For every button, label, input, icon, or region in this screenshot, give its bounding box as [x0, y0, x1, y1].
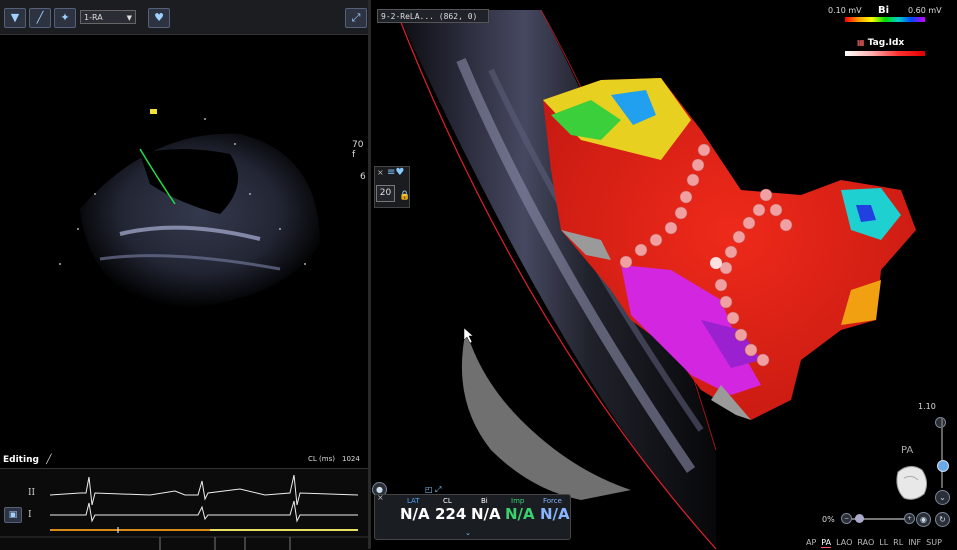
3d-map-view[interactable]: [371, 0, 957, 549]
view-buttons: AP PA LAO RAO LL RL INF SUP: [806, 530, 947, 548]
close-icon[interactable]: ×: [377, 168, 384, 177]
close-icon[interactable]: ×: [377, 493, 384, 502]
view-select[interactable]: 1-RA ▼: [80, 10, 136, 24]
view-button-lao[interactable]: LAO: [836, 538, 852, 547]
expand-icon[interactable]: ⤢: [435, 485, 441, 495]
orientation-label: PA: [901, 445, 914, 456]
readout-value-imp: N/A: [505, 505, 535, 523]
ecg-waveform: [0, 474, 368, 550]
readout-label-lat: LAT: [407, 497, 420, 505]
tag-icon: ▦: [857, 38, 865, 47]
view-button-sup[interactable]: SUP: [926, 538, 942, 547]
readout-label-bi: Bi: [481, 497, 488, 505]
catheter-readout: × ◰ ⤢ LAT N/A CL 224 Bi N/A Imp N/A Forc…: [374, 485, 571, 540]
view-button-rao[interactable]: RAO: [857, 538, 874, 547]
tag-legend-label: Tag.Idx: [867, 38, 905, 48]
ultrasound-image: [59, 109, 320, 309]
tag-color-bar: [845, 51, 925, 56]
depth-label: 6: [360, 172, 366, 182]
opacity-label: 0%: [822, 515, 835, 524]
target-icon[interactable]: ◉: [916, 512, 931, 527]
rotate-icon[interactable]: ↻: [935, 512, 950, 527]
heart-orientation-icon[interactable]: [890, 460, 932, 505]
depth-label: 70 f: [352, 140, 364, 160]
chevron-down-icon[interactable]: ▼: [4, 8, 26, 28]
point-count[interactable]: 20: [376, 185, 395, 202]
readout-value-lat: N/A: [400, 505, 430, 523]
chevron-down-icon[interactable]: ⌄: [935, 490, 950, 505]
chevron-down-icon: ▼: [126, 14, 132, 22]
readout-value-bi: N/A: [471, 505, 501, 523]
readout-label-cl: CL: [443, 497, 452, 505]
opacity-slider-knob[interactable]: [855, 514, 864, 523]
chart-icon[interactable]: ◰: [425, 485, 433, 494]
expand-icon[interactable]: ⤢: [345, 8, 367, 28]
view-button-inf[interactable]: INF: [908, 538, 921, 547]
plus-icon[interactable]: +: [904, 513, 915, 524]
map-selector[interactable]: 9-2-ReLA... (862, 0): [377, 9, 489, 23]
pen-icon[interactable]: ╱: [29, 8, 51, 28]
readout-value-force: N/A: [540, 505, 570, 523]
heart-icon[interactable]: ♥: [148, 8, 170, 28]
minus-icon[interactable]: −: [841, 513, 852, 524]
bipolar-color-bar: [845, 17, 925, 22]
map-title: 9-2-ReLA... (862, 0): [381, 12, 478, 21]
ice-panel: ▼ ╱ ✦ 1-RA ▼ ♥ ⤢ 70 f 6 Editing ╱ CL (ms…: [0, 0, 368, 550]
readout-value-cl: 224: [435, 505, 467, 523]
view-select-value: 1-RA: [84, 13, 103, 22]
ecg-strip: II I ▣: [0, 468, 368, 550]
view-button-rl[interactable]: RL: [893, 538, 903, 547]
tag-legend: ▦ Tag.Idx: [857, 38, 904, 48]
zoom-slider-knob[interactable]: [937, 460, 949, 472]
zoom-value: 1.10: [918, 402, 936, 411]
view-button-ap[interactable]: AP: [806, 538, 816, 547]
readout-label-force: Force: [543, 497, 562, 505]
heart-list-icon[interactable]: ≡♥: [387, 167, 404, 178]
map-panel: ●: [371, 0, 957, 549]
view-button-pa[interactable]: PA: [821, 538, 832, 548]
editing-label: Editing ╱: [3, 455, 51, 465]
lock-icon[interactable]: 🔒: [399, 191, 410, 201]
chevron-down-icon[interactable]: ⌄: [465, 529, 471, 537]
readout-label-imp: Imp: [511, 497, 525, 505]
cl-label: CL (ms): [308, 455, 335, 463]
cl-value: 1024: [342, 455, 360, 463]
bi-legend-max: 0.60 mV: [908, 6, 942, 15]
view-button-ll[interactable]: LL: [879, 538, 888, 547]
pen-icon[interactable]: ╱: [46, 455, 51, 465]
editing-text: Editing: [3, 455, 39, 465]
camera-icon[interactable]: ▣: [4, 507, 22, 523]
catheter-icon[interactable]: ✦: [54, 8, 76, 28]
bi-legend-min: 0.10 mV: [828, 6, 862, 15]
left-toolbar: ▼ ╱ ✦ 1-RA ▼ ♥ ⤢: [0, 0, 368, 35]
bi-legend-name: Bi: [878, 5, 890, 16]
zoom-slider-track[interactable]: [941, 418, 943, 488]
